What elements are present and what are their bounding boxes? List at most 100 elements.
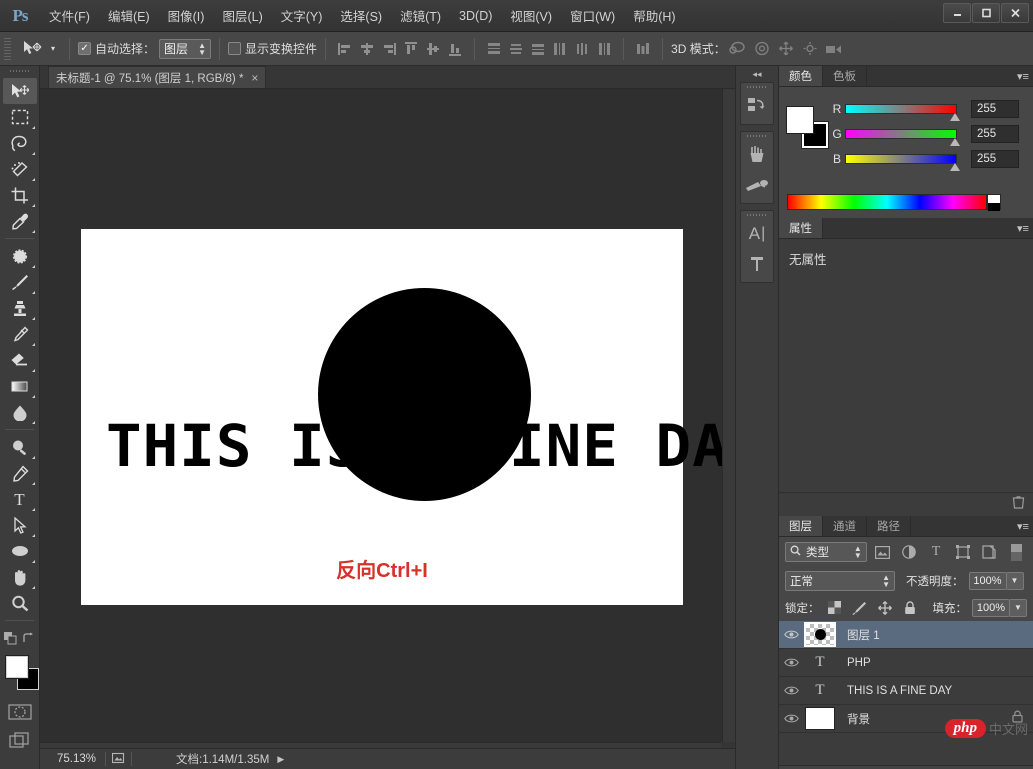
menu-item-0[interactable]: 文件(F) — [40, 2, 99, 29]
tools-panel-grip[interactable] — [0, 66, 39, 78]
filter-type-layers-icon[interactable]: T — [925, 541, 947, 563]
ellipse-tool[interactable] — [3, 538, 37, 564]
lock-position-icon[interactable] — [875, 598, 895, 618]
layer-visibility-eye-icon[interactable] — [779, 685, 803, 696]
eyedropper-tool[interactable] — [3, 208, 37, 234]
hand-tool[interactable] — [3, 564, 37, 590]
layer-visibility-eye-icon[interactable] — [779, 629, 803, 640]
menu-item-2[interactable]: 图像(I) — [159, 2, 214, 29]
tab-channels[interactable]: 通道 — [823, 516, 867, 536]
menu-item-3[interactable]: 图层(L) — [213, 2, 271, 29]
layer-name[interactable]: 背景 — [847, 711, 870, 727]
opacity-control[interactable]: 100% ▼ — [968, 571, 1024, 590]
opacity-dropdown-arrow-icon[interactable]: ▼ — [1006, 571, 1024, 590]
3d-slide-icon[interactable] — [798, 38, 822, 60]
panel-group-grip[interactable] — [741, 211, 773, 219]
ramp-black[interactable] — [988, 203, 1000, 211]
gradient-tool[interactable] — [3, 373, 37, 399]
delete-adjustment-icon[interactable] — [1012, 495, 1025, 514]
layer-name[interactable]: PHP — [847, 657, 871, 669]
layer-thumbnail[interactable] — [804, 622, 836, 647]
color-panel-foreground-swatch[interactable] — [786, 106, 814, 134]
layer-name[interactable]: THIS IS A FINE DAY — [847, 685, 952, 697]
layer-filter-type-dropdown[interactable]: 类型 ▲ ▼ — [785, 542, 867, 562]
blend-mode-dropdown[interactable]: 正常 ▲ ▼ — [785, 570, 895, 591]
align-right-edges-icon[interactable] — [378, 38, 400, 60]
black-circle-shape[interactable] — [318, 288, 531, 501]
b-slider-thumb[interactable] — [950, 162, 960, 171]
expand-panels-button[interactable]: ◂◂ — [736, 66, 778, 82]
r-slider-thumb[interactable] — [950, 112, 960, 121]
tool-preset-chevron[interactable]: ▾ — [51, 45, 55, 53]
dodge-tool[interactable] — [3, 434, 37, 460]
canvas-area[interactable]: THIS IS A FINE DAY 反向Ctrl+I — [40, 89, 735, 742]
canvas-vertical-scrollbar[interactable] — [722, 89, 735, 742]
3d-orbit-icon[interactable] — [726, 38, 750, 60]
layer-name[interactable]: 图层 1 — [847, 627, 880, 643]
align-left-edges-icon[interactable] — [334, 38, 356, 60]
options-bar-grip[interactable] — [4, 37, 11, 60]
b-slider[interactable] — [845, 153, 960, 171]
align-vertical-centers-icon[interactable] — [422, 38, 444, 60]
r-value[interactable]: 255 — [971, 99, 1019, 118]
quick-mask-mode-icon[interactable] — [3, 699, 37, 725]
history-brush-tool[interactable] — [3, 321, 37, 347]
filter-toggle-switch[interactable] — [1005, 541, 1027, 563]
blur-tool[interactable] — [3, 399, 37, 425]
menu-item-7[interactable]: 3D(D) — [450, 5, 501, 27]
layer-thumbnail[interactable]: T — [805, 679, 835, 702]
close-button[interactable] — [1001, 3, 1029, 23]
fill-value[interactable]: 100% — [972, 598, 1010, 617]
rectangular-marquee-tool[interactable] — [3, 104, 37, 130]
menu-item-4[interactable]: 文字(Y) — [272, 2, 332, 29]
menu-item-10[interactable]: 帮助(H) — [624, 2, 684, 29]
fill-dropdown-arrow-icon[interactable]: ▼ — [1010, 598, 1027, 617]
filter-smart-objects-icon[interactable] — [979, 541, 1001, 563]
menu-item-5[interactable]: 选择(S) — [331, 2, 391, 29]
crop-tool[interactable] — [3, 182, 37, 208]
lock-transparent-pixels-icon[interactable] — [825, 598, 845, 618]
move-tool[interactable] — [2, 78, 37, 104]
menu-item-1[interactable]: 编辑(E) — [99, 2, 159, 29]
align-top-edges-icon[interactable] — [400, 38, 422, 60]
layer-thumbnail[interactable] — [805, 707, 835, 730]
align-bottom-edges-icon[interactable] — [444, 38, 466, 60]
maximize-button[interactable] — [972, 3, 1000, 23]
status-menu-arrow-icon[interactable]: ▶ — [277, 754, 284, 765]
distribute-bottom-edges-icon[interactable] — [527, 38, 549, 60]
tab-layers[interactable]: 图层 — [779, 516, 823, 536]
active-tool-preview[interactable]: ▾ — [16, 40, 61, 58]
auto-select-checkbox[interactable]: ✓ — [78, 42, 92, 55]
color-ramp-black-white[interactable] — [987, 194, 1001, 211]
ramp-white[interactable] — [988, 195, 1000, 203]
panel-group-grip[interactable] — [741, 132, 773, 140]
eraser-tool[interactable] — [3, 347, 37, 373]
g-slider-thumb[interactable] — [950, 137, 960, 146]
tab-swatches[interactable]: 色板 — [823, 66, 867, 86]
path-selection-tool[interactable] — [3, 512, 37, 538]
layers-panel-menu-icon[interactable]: ▾≡ — [1013, 516, 1033, 536]
lock-all-icon[interactable] — [900, 598, 920, 618]
horizontal-type-tool[interactable]: T — [3, 486, 37, 512]
foreground-color-swatch[interactable] — [5, 655, 29, 679]
brush-presets-panel-icon[interactable] — [741, 170, 773, 200]
opacity-value[interactable]: 100% — [968, 571, 1007, 590]
3d-roll-icon[interactable] — [750, 38, 774, 60]
artboard[interactable]: THIS IS A FINE DAY 反向Ctrl+I — [81, 229, 735, 605]
align-horizontal-centers-icon[interactable] — [356, 38, 378, 60]
show-transform-checkbox[interactable] — [228, 42, 242, 55]
clone-stamp-tool[interactable] — [3, 295, 37, 321]
r-slider[interactable] — [845, 103, 960, 121]
properties-panel-menu-icon[interactable]: ▾≡ — [1013, 218, 1033, 238]
distribute-right-edges-icon[interactable] — [593, 38, 615, 60]
document-thumb-icon[interactable] — [111, 752, 125, 767]
minimize-button[interactable] — [943, 3, 971, 23]
distribute-left-edges-icon[interactable] — [549, 38, 571, 60]
table-row[interactable]: T THIS IS A FINE DAY — [779, 677, 1033, 705]
menu-item-6[interactable]: 滤镜(T) — [391, 2, 450, 29]
brush-tool[interactable] — [3, 269, 37, 295]
paragraph-panel-icon[interactable] — [741, 249, 773, 279]
character-panel-icon[interactable]: A | — [741, 219, 773, 249]
menu-item-9[interactable]: 窗口(W) — [561, 2, 624, 29]
table-row[interactable]: 图层 1 — [779, 621, 1033, 649]
